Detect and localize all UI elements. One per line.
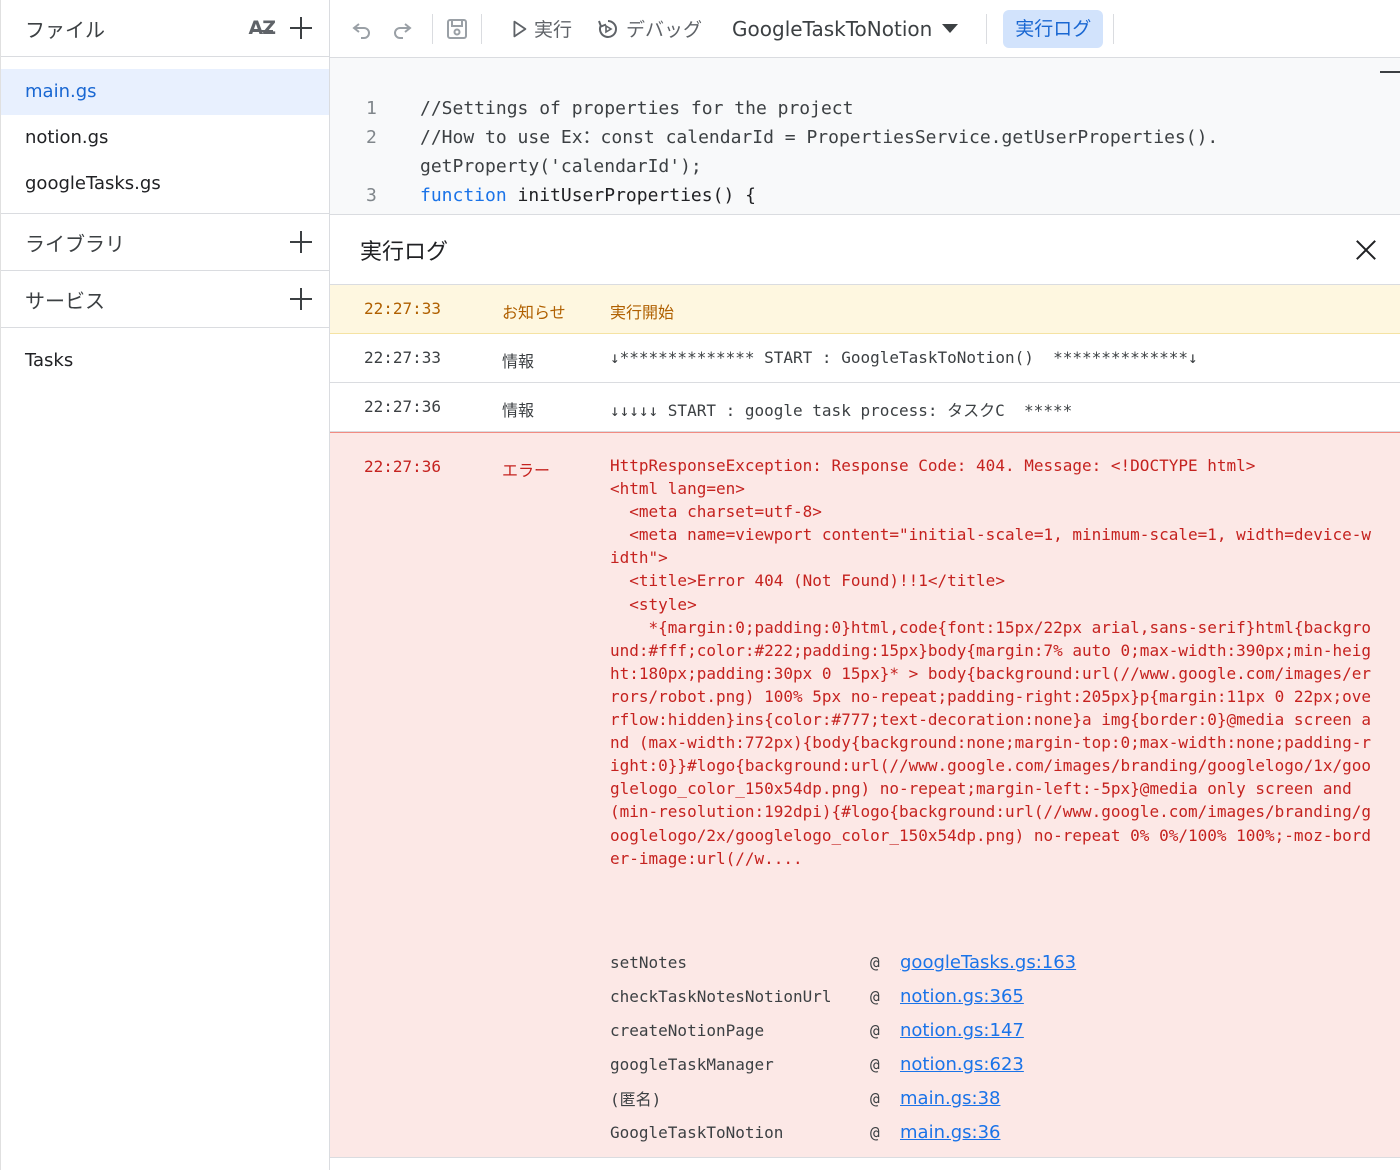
log-level: 情報 <box>502 352 535 371</box>
log-header: 実行ログ <box>330 215 1400 285</box>
stack-at: @ <box>870 1020 880 1040</box>
error-message: HttpResponseException: Response Code: 40… <box>610 456 1371 868</box>
chevron-down-icon <box>942 24 959 33</box>
log-time: 22:27:36 <box>364 457 442 476</box>
stack-function: setNotes <box>610 952 688 972</box>
code-line: 3 function initUserProperties() { <box>330 181 1380 210</box>
stack-at: @ <box>870 986 880 1006</box>
code-line: 2 //How to use Ex：const calendarId = Pro… <box>330 123 1380 152</box>
code-line: 1 //Settings of properties for the proje… <box>330 94 1380 123</box>
log-level: 情報 <box>502 401 535 420</box>
stack-location-link[interactable]: notion.gs:365 <box>900 986 1024 1007</box>
line-number: 1 <box>366 98 377 119</box>
stack-function: checkTaskNotesNotionUrl <box>610 986 832 1006</box>
services-title: サービス <box>25 288 105 313</box>
code-editor[interactable]: 1 //Settings of properties for the proje… <box>330 58 1400 215</box>
stack-location-link[interactable]: notion.gs:623 <box>900 1054 1024 1075</box>
log-message: 実行開始 <box>610 303 675 322</box>
stack-location-link[interactable]: main.gs:36 <box>900 1122 1000 1143</box>
sort-az-icon[interactable]: AZ <box>249 17 277 39</box>
stack-at: @ <box>870 1122 880 1142</box>
add-library-icon[interactable] <box>289 230 313 254</box>
stack-frame: (匿名) @ main.gs:38 <box>610 1081 1370 1115</box>
close-icon[interactable] <box>1354 238 1378 262</box>
files-header: ファイル AZ <box>1 0 329 57</box>
log-level: お知らせ <box>502 303 566 322</box>
code-text: //Settings of properties for the project <box>420 98 854 119</box>
function-name: GoogleTaskToNotion <box>732 16 933 41</box>
stack-frame: GoogleTaskToNotion @ main.gs:36 <box>610 1115 1370 1149</box>
stack-frame: setNotes @ googleTasks.gs:163 <box>610 945 1370 979</box>
log-time: 22:27:33 <box>364 348 442 367</box>
code-keyword: function <box>420 185 507 206</box>
stack-frame: googleTaskManager @ notion.gs:623 <box>610 1047 1370 1081</box>
stack-function: googleTaskManager <box>610 1054 774 1074</box>
file-sidebar: ファイル AZ main.gs notion.gs googleTasks.gs… <box>0 0 330 1170</box>
log-row-info: 22:27:33 情報 ↓************** START : Goog… <box>330 334 1400 383</box>
line-number: 2 <box>366 127 377 148</box>
log-level: エラー <box>502 461 551 480</box>
stack-function: GoogleTaskToNotion <box>610 1122 784 1142</box>
log-title: 実行ログ <box>360 239 449 265</box>
add-service-icon[interactable] <box>289 287 313 311</box>
stack-at: @ <box>870 1054 880 1074</box>
library-title: ライブラリ <box>25 231 125 256</box>
log-row-error: 22:27:36 エラー HttpResponseException: Resp… <box>330 432 1400 1158</box>
log-time: 22:27:33 <box>364 299 442 318</box>
log-message: ↓↓↓↓↓ START : google task process: タスクC … <box>610 401 1073 420</box>
toolbar-divider <box>1113 13 1115 44</box>
add-file-icon[interactable] <box>289 16 313 40</box>
log-row-info: 22:27:36 情報 ↓↓↓↓↓ START : google task pr… <box>330 383 1400 432</box>
scrollbar-marker[interactable] <box>1380 71 1400 73</box>
debug-button[interactable]: デバッグ <box>588 10 710 48</box>
log-message: ↓************** START : GoogleTaskToNoti… <box>610 348 1198 367</box>
service-item-tasks[interactable]: Tasks <box>1 328 329 393</box>
file-list: main.gs notion.gs googleTasks.gs <box>1 57 329 214</box>
debug-label: デバッグ <box>626 19 703 41</box>
code-function: initUserProperties() { <box>506 185 756 206</box>
execution-log-button[interactable]: 実行ログ <box>1003 9 1104 48</box>
run-label: 実行 <box>534 19 573 41</box>
code-text: getProperty('calendarId'); <box>420 156 702 177</box>
stack-location-link[interactable]: googleTasks.gs:163 <box>900 952 1076 973</box>
editor-toolbar: 実行 デバッグ GoogleTaskToNotion 実行ログ <box>330 0 1400 58</box>
services-header: サービス <box>1 271 329 328</box>
line-number: 3 <box>366 185 377 206</box>
stack-function: (匿名) <box>610 1090 662 1109</box>
undo-icon[interactable] <box>348 15 376 43</box>
code-line: getProperty('calendarId'); <box>330 152 1380 181</box>
debug-icon <box>598 19 617 38</box>
function-select[interactable]: GoogleTaskToNotion <box>724 17 966 41</box>
stack-frame: createNotionPage @ notion.gs:147 <box>610 1013 1370 1047</box>
toolbar-divider <box>481 13 482 44</box>
code-text: function initUserProperties() { <box>420 181 756 210</box>
toolbar-divider <box>432 13 433 44</box>
stack-frame: checkTaskNotesNotionUrl @ notion.gs:365 <box>610 979 1370 1013</box>
files-title: ファイル <box>25 17 105 42</box>
file-item-main[interactable]: main.gs <box>1 69 329 115</box>
file-item-googletasks[interactable]: googleTasks.gs <box>1 161 329 207</box>
toolbar-divider <box>986 13 988 44</box>
save-icon[interactable] <box>443 15 471 43</box>
play-icon <box>513 20 527 37</box>
file-item-notion[interactable]: notion.gs <box>1 115 329 161</box>
code-text: //How to use Ex：const calendarId = Prope… <box>420 127 1219 148</box>
stack-function: createNotionPage <box>610 1020 765 1040</box>
run-button[interactable]: 実行 <box>500 10 580 48</box>
stack-location-link[interactable]: notion.gs:147 <box>900 1020 1024 1041</box>
library-header: ライブラリ <box>1 214 329 271</box>
stack-trace: setNotes @ googleTasks.gs:163 checkTaskN… <box>610 945 1370 1149</box>
redo-icon[interactable] <box>388 15 416 43</box>
stack-at: @ <box>870 1088 880 1108</box>
stack-location-link[interactable]: main.gs:38 <box>900 1088 1000 1109</box>
stack-at: @ <box>870 952 880 972</box>
log-row-notice: 22:27:33 お知らせ 実行開始 <box>330 285 1400 334</box>
execution-log-panel: 実行ログ 22:27:33 お知らせ 実行開始 22:27:33 情報 ↓***… <box>330 215 1400 1170</box>
log-time: 22:27:36 <box>364 397 442 416</box>
